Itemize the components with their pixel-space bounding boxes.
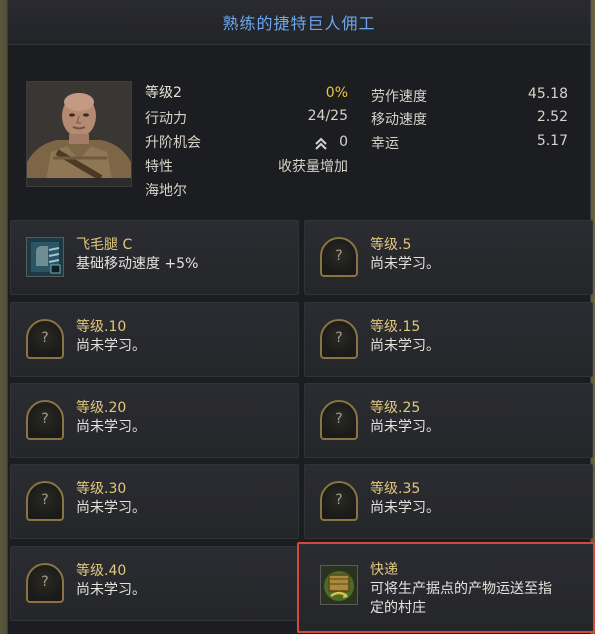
- skill-desc: 尚未学习。: [370, 256, 440, 272]
- skill-title: 飞毛腿 C: [76, 237, 133, 253]
- swift-feet-skill-icon: [26, 237, 64, 277]
- skill-title: 快递: [370, 562, 398, 578]
- trait-value: 收获量增加: [278, 159, 348, 175]
- skill-title: 等级.30: [76, 481, 127, 497]
- skill-card-1[interactable]: 飞毛腿 C 基础移动速度 +5%: [10, 220, 299, 295]
- skill-desc-line-2: 定的村庄: [370, 600, 426, 616]
- skill-desc: 尚未学习。: [370, 338, 440, 354]
- luck-value: 5.17: [536, 133, 568, 149]
- window-title: 熟练的捷特巨人佣工: [222, 14, 376, 33]
- trait-label: 特性: [145, 159, 173, 175]
- skill-desc: 尚未学习。: [76, 419, 146, 435]
- skill-card-5[interactable]: ? 等级.20 尚未学习。: [10, 383, 299, 458]
- skill-title: 等级.40: [76, 563, 127, 579]
- skill-desc: 尚未学习。: [370, 419, 440, 435]
- skill-desc: 可将生产据点的产物运送至指 定的村庄: [370, 580, 552, 618]
- skill-title: 等级.5: [370, 237, 412, 253]
- work-speed-label: 劳作速度: [371, 89, 427, 105]
- stamina-value: 24/25: [307, 108, 348, 124]
- skill-title: 等级.35: [370, 481, 421, 497]
- skill-card-9[interactable]: ? 等级.40 尚未学习。: [10, 546, 299, 621]
- promotion-label: 升阶机会: [145, 135, 201, 151]
- locked-skill-icon: ?: [320, 237, 358, 277]
- worker-name: 海地尔: [145, 183, 187, 199]
- locked-skill-icon: ?: [320, 481, 358, 521]
- skill-title: 等级.25: [370, 400, 421, 416]
- level-label: 等级2: [145, 85, 182, 101]
- locked-skill-icon: ?: [320, 400, 358, 440]
- skill-desc: 基础移动速度 +5%: [76, 256, 199, 272]
- skill-title: 等级.20: [76, 400, 127, 416]
- locked-skill-icon: ?: [26, 319, 64, 359]
- work-speed-value: 45.18: [527, 86, 568, 102]
- luck-label: 幸运: [371, 136, 399, 152]
- level-progress: 0%: [325, 85, 348, 101]
- locked-skill-icon: ?: [26, 481, 64, 521]
- worker-info-window: 熟练的捷特巨人佣工 等级2 0% 行动力 24/25 升阶机会 0 特性 收获量…: [7, 0, 595, 634]
- skill-card-6[interactable]: ? 等级.25 尚未学习。: [304, 383, 593, 458]
- locked-skill-icon: ?: [26, 563, 64, 603]
- promotion-icon: [314, 136, 328, 150]
- skill-card-3[interactable]: ? 等级.10 尚未学习。: [10, 302, 299, 377]
- skill-desc: 尚未学习。: [76, 500, 146, 516]
- skill-desc: 尚未学习。: [76, 338, 146, 354]
- skill-desc: 尚未学习。: [370, 500, 440, 516]
- skill-card-8[interactable]: ? 等级.35 尚未学习。: [304, 464, 593, 539]
- title-bar[interactable]: 熟练的捷特巨人佣工: [8, 0, 590, 45]
- move-speed-value: 2.52: [536, 109, 568, 125]
- skill-title: 等级.15: [370, 319, 421, 335]
- promotion-value: 0: [339, 134, 348, 150]
- skill-title: 等级.10: [76, 319, 127, 335]
- skill-card-10[interactable]: 快递 可将生产据点的产物运送至指 定的村庄: [297, 542, 595, 633]
- skill-card-2[interactable]: ? 等级.5 尚未学习。: [304, 220, 593, 295]
- move-speed-label: 移动速度: [371, 112, 427, 128]
- skill-card-4[interactable]: ? 等级.15 尚未学习。: [304, 302, 593, 377]
- worker-portrait: [26, 81, 132, 187]
- skill-desc: 尚未学习。: [76, 582, 146, 598]
- stamina-label: 行动力: [145, 111, 187, 127]
- skill-card-7[interactable]: ? 等级.30 尚未学习。: [10, 464, 299, 539]
- locked-skill-icon: ?: [26, 400, 64, 440]
- skill-desc-line-1: 可将生产据点的产物运送至指: [370, 581, 552, 597]
- locked-skill-icon: ?: [320, 319, 358, 359]
- delivery-skill-icon: [320, 565, 358, 605]
